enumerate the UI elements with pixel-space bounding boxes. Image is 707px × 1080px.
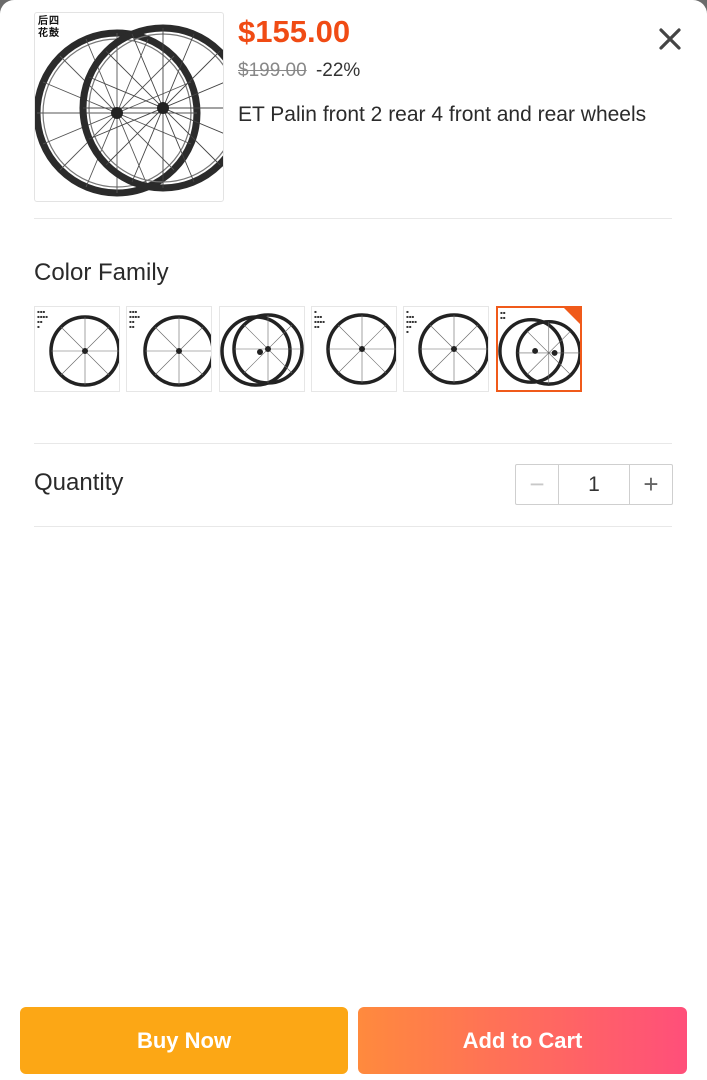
wheel-pair-graphic (33, 24, 247, 197)
divider (34, 443, 672, 444)
color-option-selected[interactable]: ▪▪ ▪▪ (496, 306, 582, 392)
wheel-pair-thumbnail (220, 313, 304, 387)
selected-corner-indicator (563, 308, 580, 325)
swatch-tag-graphic: ▪▪ ▪▪ (500, 310, 506, 320)
sale-price: $155.00 (238, 14, 351, 49)
quantity-stepper: − + (515, 464, 673, 505)
sku-selector-sheet: 后四 花鼓 $155.00 $199.00 -22% ET Palin fron… (0, 0, 707, 1080)
price-comparison: $199.00 -22% (238, 60, 360, 82)
product-image-caption: 后四 花鼓 (38, 16, 60, 39)
color-option[interactable]: ▪▪▪▪▪▪▪▪▪▪▪ (126, 306, 212, 392)
color-option[interactable]: ▪▪▪▪▪▪▪▪▪▪ (34, 306, 120, 392)
quantity-input[interactable] (559, 465, 629, 504)
product-image: 后四 花鼓 (33, 12, 247, 202)
color-family-label: Color Family (34, 259, 169, 286)
divider (34, 218, 672, 219)
decrease-quantity-button[interactable]: − (516, 465, 559, 504)
swatch-tag-graphic: ▪▪▪▪▪▪▪▪▪▪▪ (406, 309, 417, 334)
color-option[interactable]: ▪▪▪▪▪▪▪▪▪▪▪ (403, 306, 489, 392)
swatch-tag-graphic: ▪▪▪▪▪▪▪▪▪▪▪ (129, 309, 140, 329)
color-option[interactable]: ▪▪▪▪▪▪▪▪▪▪ (311, 306, 397, 392)
discount-badge: -22% (315, 60, 361, 81)
increase-quantity-button[interactable]: + (629, 465, 672, 504)
product-title: ET Palin front 2 rear 4 front and rear w… (238, 103, 647, 126)
divider (34, 526, 672, 527)
swatch-tag-graphic: ▪▪▪▪▪▪▪▪▪▪ (37, 309, 48, 329)
original-price: $199.00 (238, 60, 307, 81)
buy-now-button[interactable]: Buy Now (20, 1007, 348, 1074)
add-to-cart-button[interactable]: Add to Cart (358, 1007, 687, 1074)
quantity-label: Quantity (34, 469, 124, 496)
close-icon (659, 28, 681, 50)
swatch-tag-graphic: ▪▪▪▪▪▪▪▪▪▪ (314, 309, 325, 329)
close-button[interactable] (653, 22, 687, 56)
color-option[interactable] (219, 306, 305, 392)
